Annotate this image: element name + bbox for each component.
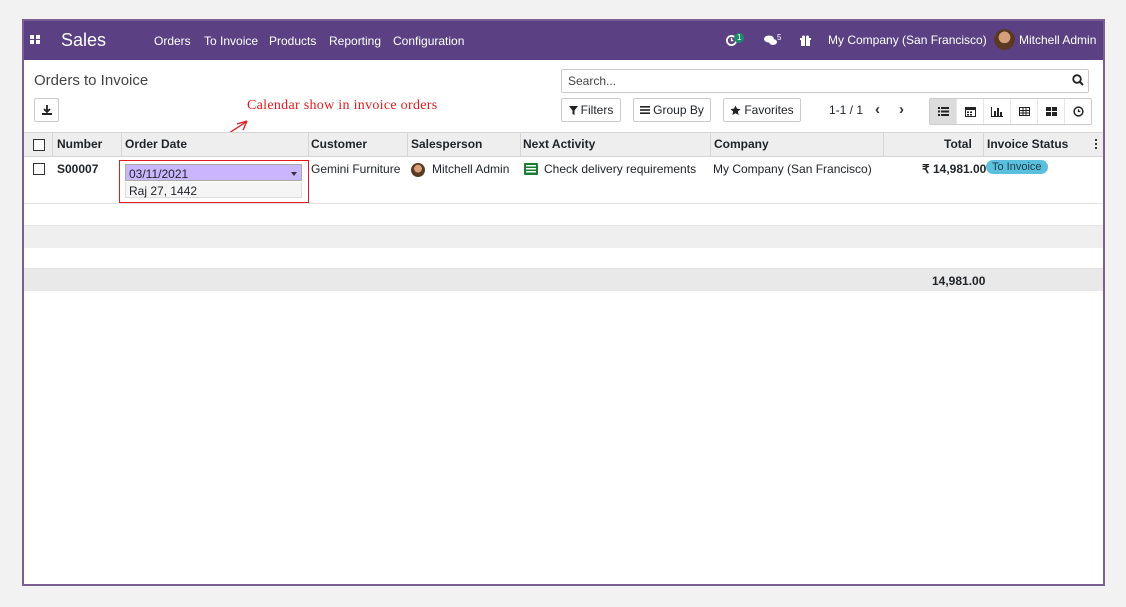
- kanban-view-button[interactable]: [1038, 99, 1065, 124]
- filter-icon: [568, 105, 578, 115]
- empty-row: [24, 226, 1103, 248]
- header-salesperson[interactable]: Salesperson: [411, 137, 482, 151]
- groupby-label: Group By: [653, 103, 704, 117]
- download-icon: [41, 105, 52, 115]
- calendar-icon: [964, 107, 976, 117]
- star-icon: [730, 104, 741, 115]
- app-name[interactable]: Sales: [61, 30, 106, 51]
- search-icon[interactable]: [1072, 74, 1084, 86]
- column-separator: [520, 133, 521, 156]
- column-separator: [710, 133, 711, 156]
- activity-view-button[interactable]: [1065, 99, 1091, 124]
- user-avatar[interactable]: [994, 29, 1015, 50]
- filters-button[interactable]: Filters: [561, 98, 621, 122]
- header-number[interactable]: Number: [57, 137, 102, 151]
- messages-count: 5: [777, 33, 782, 42]
- invoice-status-badge: To Invoice: [986, 160, 1048, 174]
- search-input[interactable]: [566, 72, 1050, 90]
- footer-total: 14,981.00: [932, 274, 986, 288]
- chat-icon: [764, 35, 777, 46]
- column-separator: [883, 133, 884, 156]
- alternate-calendar-date: Raj 27, 1442: [125, 182, 302, 198]
- header-invoice-status[interactable]: Invoice Status: [987, 137, 1068, 151]
- top-navbar: Sales Orders To Invoice Products Reporti…: [24, 21, 1103, 60]
- order-date-value: 03/11/2021: [129, 167, 189, 181]
- list-footer: 14,981.00: [24, 269, 1103, 291]
- order-total: ₹ 14,981.00: [922, 162, 987, 176]
- header-company[interactable]: Company: [714, 137, 769, 151]
- list-icon: [937, 107, 949, 116]
- pivot-icon: [1018, 107, 1030, 116]
- annotation-text: Calendar show in invoice orders: [247, 98, 438, 113]
- pivot-view-button[interactable]: [1011, 99, 1038, 124]
- menu-orders[interactable]: Orders: [154, 34, 191, 48]
- company-name: My Company (San Francisco): [713, 162, 872, 176]
- page-title: Orders to Invoice: [34, 72, 149, 89]
- column-separator: [983, 133, 984, 156]
- row-checkbox[interactable]: [33, 163, 45, 175]
- kanban-icon: [1045, 107, 1057, 116]
- gift-icon: [800, 35, 811, 47]
- favorites-button[interactable]: Favorites: [723, 98, 801, 122]
- optional-columns-icon[interactable]: [1095, 139, 1097, 150]
- groupby-button[interactable]: Group By: [633, 98, 711, 122]
- calendar-view-button[interactable]: [957, 99, 984, 124]
- column-separator: [121, 133, 122, 156]
- filters-label: Filters: [580, 103, 614, 117]
- next-activity: Check delivery requirements: [544, 162, 697, 176]
- salesperson-name: Mitchell Admin: [432, 162, 510, 176]
- select-all-checkbox[interactable]: [33, 139, 45, 151]
- empty-row: [24, 204, 1103, 226]
- gift-systray[interactable]: [800, 33, 811, 47]
- menu-reporting[interactable]: Reporting: [329, 34, 381, 48]
- favorites-label: Favorites: [744, 103, 794, 117]
- caret-down-icon[interactable]: [291, 172, 297, 176]
- app-frame: Sales Orders To Invoice Products Reporti…: [22, 19, 1105, 586]
- activity-clock-icon: [1072, 106, 1084, 117]
- activity-count-badge: 1: [734, 33, 745, 43]
- messaging-systray[interactable]: 5: [764, 33, 781, 47]
- column-separator: [308, 133, 309, 156]
- search-bar[interactable]: [561, 69, 1089, 93]
- customer-name: Gemini Furniture: [311, 162, 401, 176]
- column-separator: [52, 133, 53, 156]
- list-header: Number Order Date Customer Salesperson N…: [24, 132, 1103, 157]
- apps-menu-icon[interactable]: [30, 35, 41, 45]
- list-view-button[interactable]: [930, 99, 957, 124]
- salesperson-avatar: [411, 163, 425, 177]
- graph-view-button[interactable]: [984, 99, 1011, 124]
- activity-systray[interactable]: 1: [726, 33, 745, 47]
- empty-row: [24, 248, 1103, 269]
- company-switcher[interactable]: My Company (San Francisco): [828, 33, 987, 47]
- pager-next-icon[interactable]: ›: [899, 101, 904, 118]
- view-switcher: [929, 98, 1092, 125]
- header-customer[interactable]: Customer: [311, 137, 367, 151]
- menu-to-invoice[interactable]: To Invoice: [204, 34, 258, 48]
- user-menu[interactable]: Mitchell Admin: [1019, 33, 1096, 47]
- bars-icon: [640, 106, 651, 114]
- pager-previous-icon[interactable]: ‹: [875, 101, 880, 118]
- truck-activity-icon[interactable]: [524, 163, 538, 175]
- column-separator: [407, 133, 408, 156]
- header-next-activity[interactable]: Next Activity: [523, 137, 595, 151]
- order-date-highlight: 03/11/2021 Raj 27, 1442: [119, 160, 309, 203]
- download-button[interactable]: [34, 98, 59, 122]
- header-total[interactable]: Total: [944, 137, 972, 151]
- order-number: S00007: [57, 162, 99, 176]
- header-order-date[interactable]: Order Date: [125, 137, 187, 151]
- pager-value[interactable]: 1-1 / 1: [829, 103, 863, 117]
- menu-configuration[interactable]: Configuration: [393, 34, 464, 48]
- order-date-field[interactable]: 03/11/2021: [125, 164, 302, 181]
- menu-products[interactable]: Products: [269, 34, 316, 48]
- graph-icon: [991, 106, 1003, 117]
